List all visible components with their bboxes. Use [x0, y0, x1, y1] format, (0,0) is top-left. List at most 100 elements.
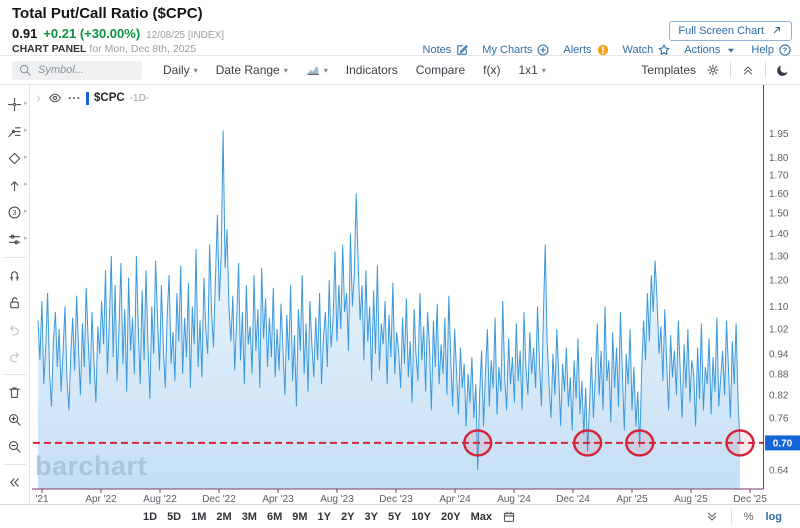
- legend-symbol: $CPC: [94, 92, 125, 104]
- toolbar-divider: [765, 62, 766, 78]
- sidebar-tool-magnet[interactable]: [2, 262, 28, 289]
- collapse-panel-down-icon[interactable]: [705, 510, 719, 524]
- quote-change: +0.21 (+30.00%): [43, 26, 140, 41]
- x-axis-scale[interactable]: '21Apr '22Aug '22Dec '22Apr '23Aug '23De…: [35, 489, 767, 504]
- bottom-toolbar: 1D 5D 1M 2M 3M 6M 9M 1Y 2Y 3Y 5Y 10Y 20Y Max % log: [0, 504, 800, 528]
- period-button-1d[interactable]: 1D: [143, 511, 157, 523]
- sidebar-tool-redo[interactable]: [2, 343, 28, 370]
- x-axis-label: '21: [35, 494, 48, 504]
- y-tick-label: 1.10: [769, 302, 789, 313]
- period-button-5d[interactable]: 5D: [167, 511, 181, 523]
- sidebar-tool-undo[interactable]: [2, 316, 28, 343]
- header-link-help[interactable]: Help?: [751, 43, 792, 57]
- toolbar-item-daily[interactable]: Daily▾: [156, 59, 205, 81]
- period-button-20y[interactable]: 20Y: [441, 511, 461, 523]
- search-icon: [18, 63, 32, 77]
- period-button-2m[interactable]: 2M: [216, 511, 231, 523]
- x-axis-label: Dec '24: [556, 494, 590, 504]
- sidebar-tool-collapse-left[interactable]: [2, 469, 28, 496]
- toolbar-item-chart-type[interactable]: ▾: [299, 59, 335, 81]
- touch-circle-annotation[interactable]: [464, 430, 491, 455]
- sidebar-divider: [4, 464, 26, 465]
- sidebar-tool-arrow-annotation[interactable]: ▸: [2, 172, 28, 199]
- sidebar-tool-crosshair[interactable]: ▸: [2, 91, 28, 118]
- drawing-tools-sidebar: ▸▸▸▸3▸▸: [0, 85, 30, 504]
- period-button-3m[interactable]: 3M: [242, 511, 257, 523]
- chevron-right-icon[interactable]: [34, 94, 43, 103]
- sidebar-tool-measure[interactable]: ▸: [2, 226, 28, 253]
- period-button-5y[interactable]: 5Y: [388, 511, 401, 523]
- x-axis-label: Dec '23: [379, 494, 413, 504]
- bottom-right-group: % log: [705, 509, 800, 525]
- toolbar-item-date-range[interactable]: Date Range▾: [209, 59, 295, 81]
- y-tick-label: 0.76: [769, 414, 789, 425]
- toolbar-item-compare[interactable]: Compare: [409, 59, 472, 81]
- y-tick-label: 1.50: [769, 208, 789, 219]
- sidebar-divider: [4, 257, 26, 258]
- star-icon: [657, 43, 671, 57]
- symbol-search-input[interactable]: [36, 63, 126, 77]
- y-tick-label: 0.94: [769, 349, 789, 360]
- ellipsis-menu-icon[interactable]: [67, 91, 81, 105]
- touch-circle-annotation[interactable]: [626, 430, 653, 455]
- external-arrow-icon: [769, 24, 783, 38]
- toolbar-item-f-x-[interactable]: f(x): [476, 59, 507, 81]
- period-button-2y[interactable]: 2Y: [341, 511, 354, 523]
- y-tick-label: 1.02: [769, 325, 789, 336]
- touch-circle-annotation[interactable]: [727, 430, 754, 455]
- quote-date: 12/08/25 [INDEX]: [146, 30, 224, 41]
- period-buttons: 1D 5D 1M 2M 3M 6M 9M 1Y 2Y 3Y 5Y 10Y 20Y Max: [143, 511, 492, 523]
- touch-circle-annotation[interactable]: [574, 430, 601, 455]
- dark-mode-moon-icon[interactable]: [776, 63, 790, 77]
- period-button-10y[interactable]: 10Y: [411, 511, 431, 523]
- calendar-icon[interactable]: [502, 510, 516, 524]
- eye-visibility-icon[interactable]: [48, 91, 62, 105]
- header-link-notes[interactable]: Notes: [423, 43, 470, 57]
- full-screen-chart-button[interactable]: Full Screen Chart: [669, 21, 792, 41]
- period-button-9m[interactable]: 9M: [292, 511, 307, 523]
- sidebar-tool-trendline[interactable]: ▸: [2, 118, 28, 145]
- sidebar-divider: [4, 374, 26, 375]
- x-axis-label: Aug '25: [674, 494, 708, 504]
- price-chart-canvas[interactable]: '21Apr '22Aug '22Dec '22Apr '23Aug '23De…: [30, 85, 800, 504]
- svg-text:?: ?: [783, 46, 788, 55]
- header-link-my-charts[interactable]: My Charts: [482, 43, 550, 57]
- x-axis-label: Dec '22: [202, 494, 236, 504]
- y-tick-label: 0.88: [769, 369, 789, 380]
- period-button-max[interactable]: Max: [471, 511, 492, 523]
- chart-panel-caption: CHART PANEL for Mon, Dec 8th, 2025: [12, 43, 196, 55]
- period-button-1y[interactable]: 1Y: [318, 511, 331, 523]
- header-link-watch[interactable]: Watch: [623, 43, 672, 57]
- toolbar-item-1x1[interactable]: 1x1▾: [511, 59, 552, 81]
- y-tick-label: 1.40: [769, 229, 789, 240]
- header-link-actions[interactable]: Actions: [684, 43, 738, 57]
- period-button-1m[interactable]: 1M: [191, 511, 206, 523]
- sidebar-tool-fibonacci[interactable]: 3▸: [2, 199, 28, 226]
- toolbar-item-indicators[interactable]: Indicators: [339, 59, 405, 81]
- percent-scale-button[interactable]: %: [744, 511, 754, 523]
- submenu-chevron-icon: ▸: [24, 234, 28, 242]
- sidebar-tool-zoom-in[interactable]: [2, 406, 28, 433]
- submenu-chevron-icon: ▸: [24, 99, 28, 107]
- sidebar-tool-unlock[interactable]: [2, 289, 28, 316]
- y-axis-scale[interactable]: 1.951.801.701.601.501.401.301.201.101.02…: [769, 129, 789, 476]
- collapse-panel-up-icon[interactable]: [741, 63, 755, 77]
- period-button-3y[interactable]: 3Y: [364, 511, 377, 523]
- sidebar-tool-shapes[interactable]: ▸: [2, 145, 28, 172]
- symbol-search-box[interactable]: [12, 61, 142, 80]
- pencil-square-icon: [455, 43, 469, 57]
- header-link-alerts[interactable]: Alerts: [563, 43, 609, 57]
- templates-button[interactable]: Templates: [641, 63, 696, 77]
- y-tick-label: 1.60: [769, 189, 789, 200]
- chevron-down-icon: ▾: [194, 66, 198, 75]
- x-axis-label: Apr '24: [439, 494, 471, 504]
- chevron-down-icon: ▾: [284, 66, 288, 75]
- sidebar-tool-zoom-out[interactable]: [2, 433, 28, 460]
- chart-panel-date: for Mon, Dec 8th, 2025: [89, 43, 196, 55]
- sidebar-tool-trash[interactable]: [2, 379, 28, 406]
- toolbar-menu-items: Daily▾Date Range▾▾IndicatorsComparef(x)1…: [156, 59, 553, 81]
- chart-panel-label: CHART PANEL: [12, 43, 86, 55]
- log-scale-button[interactable]: log: [766, 511, 783, 523]
- gear-icon[interactable]: [706, 63, 720, 77]
- period-button-6m[interactable]: 6M: [267, 511, 282, 523]
